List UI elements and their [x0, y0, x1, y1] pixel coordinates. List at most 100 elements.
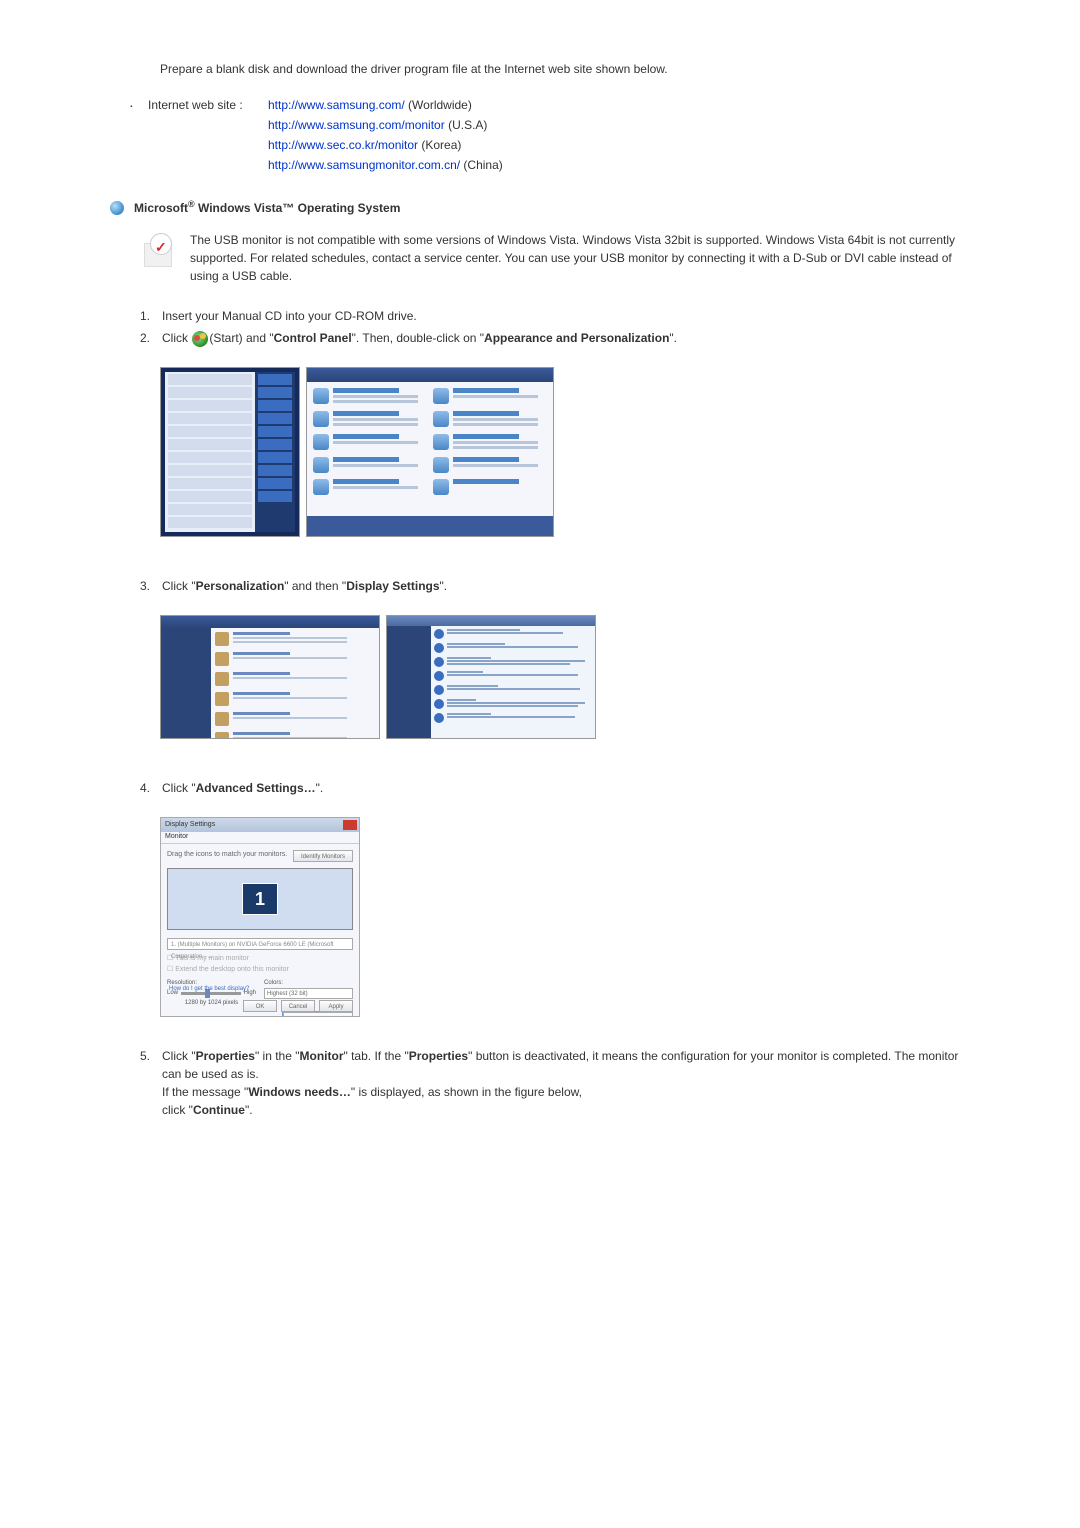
- t: " and then ": [284, 579, 346, 593]
- dialog-content: Drag the icons to match your monitors. I…: [161, 844, 359, 1017]
- t: " is displayed, as shown in the figure b…: [351, 1085, 582, 1099]
- t-bold: Appearance and Personalization: [484, 331, 669, 345]
- link-suffix: (Korea): [418, 138, 461, 152]
- t-bold: Properties: [196, 1049, 255, 1063]
- cancel-button[interactable]: Cancel: [281, 1000, 315, 1012]
- step-body: Click "Personalization" and then "Displa…: [162, 577, 970, 595]
- link-worldwide[interactable]: http://www.samsung.com/: [268, 98, 405, 112]
- step-1: 1. Insert your Manual CD into your CD-RO…: [140, 307, 970, 325]
- link-suffix: (Worldwide): [405, 98, 472, 112]
- t: ".: [245, 1103, 253, 1117]
- t-bold: Personalization: [196, 579, 285, 593]
- screenshot-display-settings-list: [386, 615, 596, 739]
- screenshot-control-panel: [306, 367, 554, 537]
- start-icon: [192, 331, 208, 347]
- website-label: Internet web site :: [148, 96, 268, 114]
- note-block: ✓ The USB monitor is not compatible with…: [140, 231, 970, 285]
- step-num: 2.: [140, 329, 162, 347]
- t-bold: Advanced Settings…: [196, 781, 316, 795]
- t-bold: Continue: [193, 1103, 245, 1117]
- step-5: 5. Click "Properties" in the "Monitor" t…: [140, 1047, 970, 1119]
- t: If the message ": [162, 1085, 248, 1099]
- section-title: Microsoft® Windows Vista™ Operating Syst…: [134, 198, 400, 217]
- link-china[interactable]: http://www.samsungmonitor.com.cn/: [268, 158, 460, 172]
- t: ".: [316, 781, 324, 795]
- t: " in the ": [255, 1049, 300, 1063]
- step-num: 5.: [140, 1047, 162, 1119]
- step-body: Click "Properties" in the "Monitor" tab.…: [162, 1047, 970, 1119]
- t-bold: Properties: [409, 1049, 468, 1063]
- help-link[interactable]: How do I get the best display?: [169, 985, 249, 994]
- t: Click ": [162, 781, 196, 795]
- link-suffix: (U.S.A): [445, 118, 488, 132]
- link-row: http://www.sec.co.kr/monitor (Korea): [268, 136, 970, 154]
- t: ".: [440, 579, 448, 593]
- t: Click: [162, 331, 191, 345]
- step-list: 3. Click "Personalization" and then "Dis…: [140, 577, 970, 595]
- note-icon: ✓: [140, 231, 180, 271]
- link-korea[interactable]: http://www.sec.co.kr/monitor: [268, 138, 418, 152]
- monitor-arrange-area[interactable]: 1: [167, 868, 353, 930]
- dialog-title: Display Settings: [165, 820, 215, 831]
- note-text: The USB monitor is not compatible with s…: [190, 231, 970, 285]
- section-heading: Microsoft® Windows Vista™ Operating Syst…: [110, 198, 970, 217]
- step-body: Insert your Manual CD into your CD-ROM d…: [162, 307, 970, 325]
- step-4: 4. Click "Advanced Settings…".: [140, 779, 970, 797]
- t-bold: Control Panel: [274, 331, 352, 345]
- screenshot-start-menu: [160, 367, 300, 537]
- screenshot-display-settings-dialog: Display Settings Monitor Drag the icons …: [160, 817, 360, 1017]
- apply-button[interactable]: Apply: [319, 1000, 353, 1012]
- t-bold: Monitor: [300, 1049, 344, 1063]
- sphere-icon: [110, 201, 124, 215]
- t: (Start) and ": [209, 331, 273, 345]
- identify-monitors-button[interactable]: Identify Monitors: [293, 850, 353, 862]
- chk-extend: ☐ Extend the desktop onto this monitor: [167, 965, 353, 976]
- screenshot-row-2: [160, 615, 970, 739]
- step-num: 4.: [140, 779, 162, 797]
- step-list: 1. Insert your Manual CD into your CD-RO…: [140, 307, 970, 347]
- t-bold: Windows needs…: [248, 1085, 351, 1099]
- t: click ": [162, 1103, 193, 1117]
- col-label: Colors:: [264, 979, 353, 988]
- dialog-tabs: Monitor: [161, 832, 359, 844]
- step-num: 3.: [140, 577, 162, 595]
- step-list: 5. Click "Properties" in the "Monitor" t…: [140, 1047, 970, 1119]
- t: ". Then, double-click on ": [352, 331, 484, 345]
- link-row: http://www.samsung.com/ (Worldwide): [268, 96, 970, 114]
- ok-button[interactable]: OK: [243, 1000, 277, 1012]
- link-row: http://www.samsungmonitor.com.cn/ (China…: [268, 156, 970, 174]
- link-usa[interactable]: http://www.samsung.com/monitor: [268, 118, 445, 132]
- website-block: . Internet web site : http://www.samsung…: [130, 96, 970, 176]
- dialog-buttons: OK Cancel Apply: [241, 1000, 353, 1013]
- dialog-titlebar: Display Settings: [161, 818, 359, 832]
- drag-label: Drag the icons to match your monitors.: [167, 851, 287, 858]
- t: " tab. If the ": [344, 1049, 409, 1063]
- step-body: Click (Start) and "Control Panel". Then,…: [162, 329, 970, 347]
- t: Click ": [162, 579, 196, 593]
- t-bold: Display Settings: [346, 579, 439, 593]
- website-links: http://www.samsung.com/ (Worldwide) http…: [268, 96, 970, 176]
- t: Click ": [162, 1049, 196, 1063]
- close-icon[interactable]: [343, 820, 357, 830]
- link-row: http://www.samsung.com/monitor (U.S.A): [268, 116, 970, 134]
- link-suffix: (China): [460, 158, 503, 172]
- intro-text: Prepare a blank disk and download the dr…: [160, 60, 970, 78]
- title-suffix: Windows Vista™ Operating System: [195, 201, 401, 215]
- advanced-settings-button[interactable]: Advanced Settings...: [283, 1012, 353, 1017]
- step-3: 3. Click "Personalization" and then "Dis…: [140, 577, 970, 595]
- step-list: 4. Click "Advanced Settings…".: [140, 779, 970, 797]
- step-num: 1.: [140, 307, 162, 325]
- bullet-icon: .: [130, 96, 148, 114]
- tab-monitor[interactable]: Monitor: [165, 833, 188, 840]
- title-prefix: Microsoft: [134, 201, 188, 215]
- t: ".: [669, 331, 677, 345]
- monitor-select[interactable]: 1. (Multiple Monitors) on NVIDIA GeForce…: [167, 938, 353, 950]
- monitor-icon[interactable]: 1: [242, 883, 278, 915]
- screenshot-row-3: Display Settings Monitor Drag the icons …: [160, 817, 970, 1017]
- colors-select[interactable]: Highest (32 bit): [264, 988, 353, 999]
- registered-symbol: ®: [188, 199, 195, 209]
- chk-main: ☐ This is my main monitor: [167, 954, 353, 965]
- step-body: Click "Advanced Settings…".: [162, 779, 970, 797]
- screenshot-personalization: [160, 615, 380, 739]
- step-2: 2. Click (Start) and "Control Panel". Th…: [140, 329, 970, 347]
